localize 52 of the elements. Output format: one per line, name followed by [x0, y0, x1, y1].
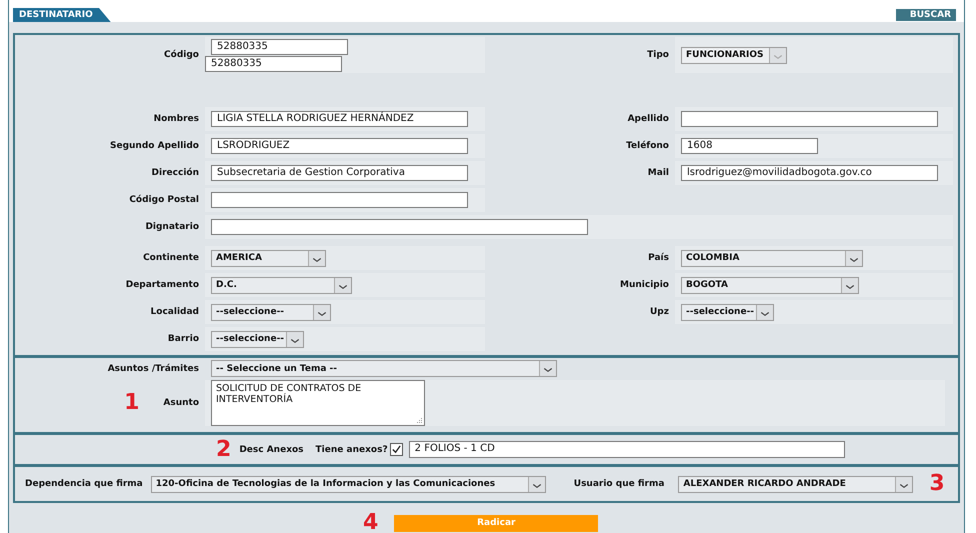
field-label: Dignatario — [144, 221, 200, 234]
dropdown[interactable]: --seleccione-- — [211, 330, 304, 348]
step-number: 1 — [124, 392, 140, 414]
field-label: Asunto — [163, 398, 200, 408]
field-label: Nombres — [152, 113, 200, 126]
input-field[interactable] — [211, 219, 588, 235]
field-label: Localidad — [150, 306, 200, 319]
dropdown[interactable]: --seleccione-- — [681, 304, 774, 320]
text-area[interactable]: SOLICITUD DE CONTRATOS DE INTERVENTORÍA — [211, 380, 425, 426]
section-tab[interactable]: DESTINATARIO — [13, 8, 111, 22]
dropdown[interactable]: AMERICA — [211, 250, 326, 266]
dropdown[interactable]: COLOMBIA — [681, 250, 863, 266]
field-label: Continente — [142, 252, 200, 265]
field-label: Mail — [646, 167, 670, 180]
field-label: Código — [163, 48, 200, 62]
input-field[interactable]: 52880335 — [211, 38, 348, 54]
field-label: Teléfono — [625, 140, 670, 153]
search-button[interactable]: BUSCAR — [896, 9, 956, 21]
input-field[interactable]: lsrodriguez@movilidadbogota.gov.co — [681, 165, 938, 181]
field-label: Usuario que firma — [572, 479, 666, 489]
step-number: 2 — [216, 438, 232, 460]
input-field[interactable]: Subsecretaria de Gestion Corporativa — [211, 165, 468, 181]
field-label: Departamento — [124, 279, 200, 292]
field-label: Dirección — [150, 166, 200, 180]
dropdown[interactable]: 120-Oficina de Tecnologias de la Informacion y las Comunicaciones — [150, 476, 546, 492]
input-field[interactable] — [681, 111, 938, 127]
field-label: Código Postal — [128, 194, 200, 207]
field-label: Asuntos /Trámites — [106, 362, 200, 376]
field-label: Segundo Apellido — [109, 140, 200, 153]
step-number: 4 — [363, 512, 378, 533]
input-field[interactable]: 52880335 — [205, 56, 342, 72]
dropdown[interactable]: BOGOTA — [681, 276, 859, 294]
field-label: Municipio — [619, 279, 670, 292]
checkbox[interactable] — [390, 443, 403, 456]
checkbox-label: Tiene anexos? — [316, 444, 389, 454]
field-label: País — [647, 252, 670, 265]
input-field[interactable]: 1608 — [681, 138, 818, 154]
input-field[interactable]: LIGIA STELLA RODRIGUEZ HERNÁNDEZ — [211, 111, 468, 127]
field-label: Tipo — [646, 49, 670, 62]
dropdown[interactable]: -- Seleccione un Tema -- — [211, 360, 557, 377]
field-label: Dependencia que firma — [25, 479, 144, 489]
field-label: Upz — [649, 306, 670, 319]
field-label: Desc Anexos — [239, 444, 305, 454]
step-number: 3 — [929, 473, 945, 495]
field-label: Barrio — [166, 333, 200, 346]
dropdown[interactable]: ALEXANDER RICARDO ANDRADE — [678, 476, 914, 492]
field-label: Apellido — [626, 113, 670, 126]
input-field[interactable] — [211, 192, 468, 208]
dropdown[interactable]: --seleccione-- — [211, 304, 331, 320]
input-field[interactable]: LSRODRIGUEZ — [211, 138, 468, 154]
input-field[interactable]: 2 FOLIOS - 1 CD — [408, 441, 845, 458]
dropdown[interactable]: D.C. — [211, 276, 352, 294]
